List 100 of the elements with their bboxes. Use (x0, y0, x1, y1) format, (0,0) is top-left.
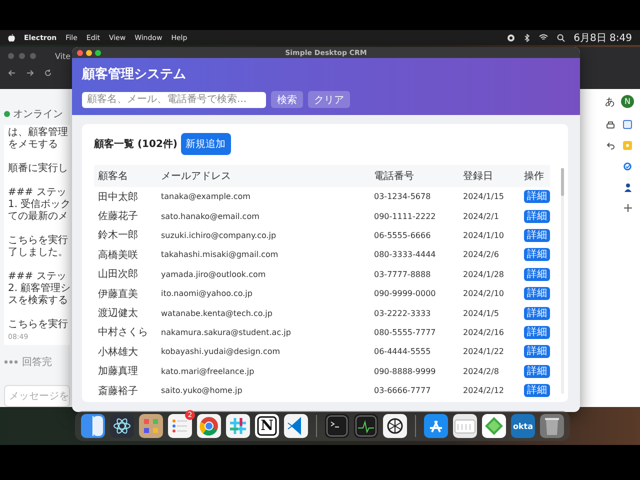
list-title: 顧客一覧 (102件) (94, 137, 178, 151)
details-button[interactable]: 詳細 (524, 306, 550, 320)
reload-icon[interactable] (44, 69, 52, 77)
dock-item[interactable] (383, 414, 407, 438)
dock-item[interactable] (284, 414, 308, 438)
code-icon (284, 414, 308, 438)
message-field[interactable]: メッセージを (4, 385, 70, 407)
dock-item[interactable]: okta (511, 414, 535, 438)
calendar-icon[interactable] (623, 120, 632, 129)
app-title: 顧客管理システム (82, 66, 187, 83)
details-button[interactable]: 詳細 (524, 248, 550, 262)
table-cell-text: kobayashi.yudai@design.com (161, 347, 282, 356)
table-cell-text: 2024/2/10 (463, 289, 506, 298)
table-cell-text: nakamura.sakura@student.ac.jp (161, 328, 292, 337)
column-header: 顧客名 (98, 170, 129, 183)
face-icon (81, 414, 105, 438)
table-cell-text: 090-8888-9999 (374, 366, 437, 376)
icon-label: N (260, 418, 274, 434)
table-cell-text: 田中太郎 (98, 190, 139, 204)
person-icon[interactable] (624, 183, 632, 192)
table-cell-text: yamada.jiro@outlook.com (161, 270, 267, 279)
pulse-icon (354, 414, 378, 438)
clear-button[interactable]: クリア (308, 91, 350, 108)
terminal-icon (325, 414, 349, 438)
back-icon[interactable] (8, 69, 16, 77)
table-cell-text: 2024/1/15 (463, 192, 506, 202)
table-cell-text: 03-2222-3333 (374, 308, 432, 318)
table-cell-text: 渡辺健太 (98, 306, 139, 320)
dock-item[interactable] (197, 414, 221, 438)
table-cell-text: 2024/1/22 (463, 347, 506, 356)
dock-item[interactable] (540, 414, 564, 438)
browser-tab[interactable]: Vite (55, 52, 71, 60)
table-cell-text: 2024/2/1 (463, 212, 500, 221)
forward-icon[interactable] (26, 69, 34, 77)
dock-item[interactable] (354, 414, 378, 438)
message-line: こちらを実行 (8, 319, 69, 331)
column-header: 操作 (524, 170, 545, 183)
details-button[interactable]: 詳細 (524, 326, 550, 339)
table-cell-text: 2024/1/10 (463, 230, 506, 240)
app-icon (511, 414, 535, 438)
details-button[interactable]: 詳細 (524, 210, 550, 223)
status-label: オンライン (13, 108, 63, 121)
dock-item[interactable] (110, 414, 134, 438)
add-icon[interactable] (624, 204, 632, 212)
record-icon[interactable] (506, 34, 515, 42)
dock-item[interactable] (226, 414, 250, 438)
details-button[interactable]: 詳細 (524, 345, 550, 358)
search-icon[interactable] (556, 34, 565, 42)
details-button[interactable]: 詳細 (524, 384, 550, 398)
add-button[interactable]: 新規追加 (180, 133, 230, 155)
typing-dots-icon (4, 360, 18, 364)
online-dot-icon (4, 111, 10, 117)
sync-icon[interactable] (623, 162, 632, 171)
table-cell-text: 2024/2/16 (463, 328, 506, 337)
table-cell-text: 2024/2/8 (463, 366, 500, 376)
dock-item[interactable] (453, 414, 477, 438)
table-cell-text: 小林雄大 (98, 346, 139, 359)
store-icon (424, 414, 448, 438)
apple-icon (8, 34, 15, 42)
message-line: 2. 顧客管理シ (8, 283, 70, 294)
table-cell-text: saito.yuko@home.jp (161, 386, 244, 396)
print-icon[interactable] (606, 121, 614, 130)
table-cell-text: ito.naomi@yahoo.co.jp (161, 289, 254, 298)
minimize-button-icon[interactable] (86, 50, 92, 56)
ime-indicator[interactable]: あ (605, 95, 615, 109)
message-line: をメモする (8, 139, 59, 151)
column-header: 電話番号 (374, 170, 415, 183)
details-button[interactable]: 詳細 (524, 287, 550, 300)
search-button[interactable]: 検索 (271, 91, 303, 108)
menubar-clock[interactable]: 6月8日 8:49 (574, 30, 632, 44)
table-cell-text: 2024/1/5 (463, 308, 500, 318)
dock-item[interactable] (81, 414, 105, 438)
column-header: メールアドレス (161, 170, 232, 183)
message-line: こちらを実行 (8, 235, 69, 247)
message-line: ### ステッ (8, 187, 68, 198)
dock-item[interactable]: N (255, 414, 279, 438)
message-line: ### ステッ (8, 271, 68, 282)
profile-avatar[interactable]: N (621, 95, 634, 108)
dock-item[interactable] (482, 414, 506, 438)
undo-icon[interactable] (606, 142, 614, 150)
table-cell-text: 090-9999-0000 (374, 289, 437, 298)
details-button[interactable]: 詳細 (524, 268, 550, 281)
letter-icon (255, 414, 279, 438)
table-cell-text: sato.hanako@email.com (161, 212, 260, 221)
table-cell-text: 高橋美咲 (98, 248, 139, 262)
dock-item[interactable] (424, 414, 448, 438)
details-button[interactable]: 詳細 (524, 190, 550, 204)
table-cell-text: 03-7777-8888 (374, 270, 432, 279)
message-line: 順番に実行し (8, 163, 69, 175)
search-field[interactable]: 顧客名、メール、電話番号で検索... (82, 92, 266, 108)
details-button[interactable]: 詳細 (524, 364, 550, 378)
dock-item[interactable] (139, 414, 163, 438)
table-cell-text: 加藤真理 (98, 364, 139, 378)
wifi-icon[interactable] (538, 34, 548, 41)
details-button[interactable]: 詳細 (524, 228, 550, 242)
zoom-button-icon[interactable] (95, 50, 101, 56)
close-button-icon[interactable] (77, 50, 83, 56)
message-line: は、顧客管理 (8, 127, 69, 139)
bluetooth-icon[interactable] (524, 34, 530, 42)
column-header: 登録日 (463, 170, 494, 183)
